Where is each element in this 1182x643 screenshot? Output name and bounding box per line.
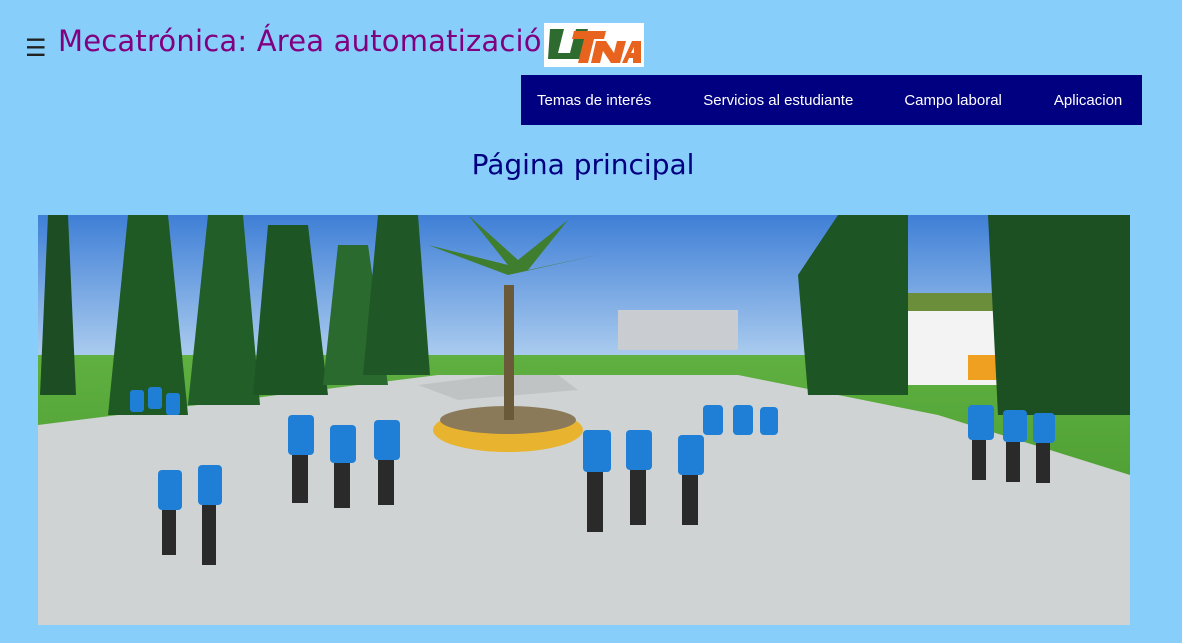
nav-item-aplicacion[interactable]: Aplicacion [1038, 92, 1138, 109]
site-title: Mecatrónica: Área automatización [58, 24, 561, 58]
page-heading: Página principal [471, 148, 695, 181]
utna-logo [544, 23, 644, 67]
nav-item-servicios[interactable]: Servicios al estudiante [687, 92, 869, 109]
main-nav: Temas de interés Servicios al estudiante… [521, 75, 1142, 125]
nav-item-temas[interactable]: Temas de interés [521, 92, 667, 109]
hero-campus-image [38, 215, 1130, 625]
hamburger-menu-icon[interactable]: ☰ [25, 36, 47, 60]
nav-item-campo-laboral[interactable]: Campo laboral [888, 92, 1018, 109]
